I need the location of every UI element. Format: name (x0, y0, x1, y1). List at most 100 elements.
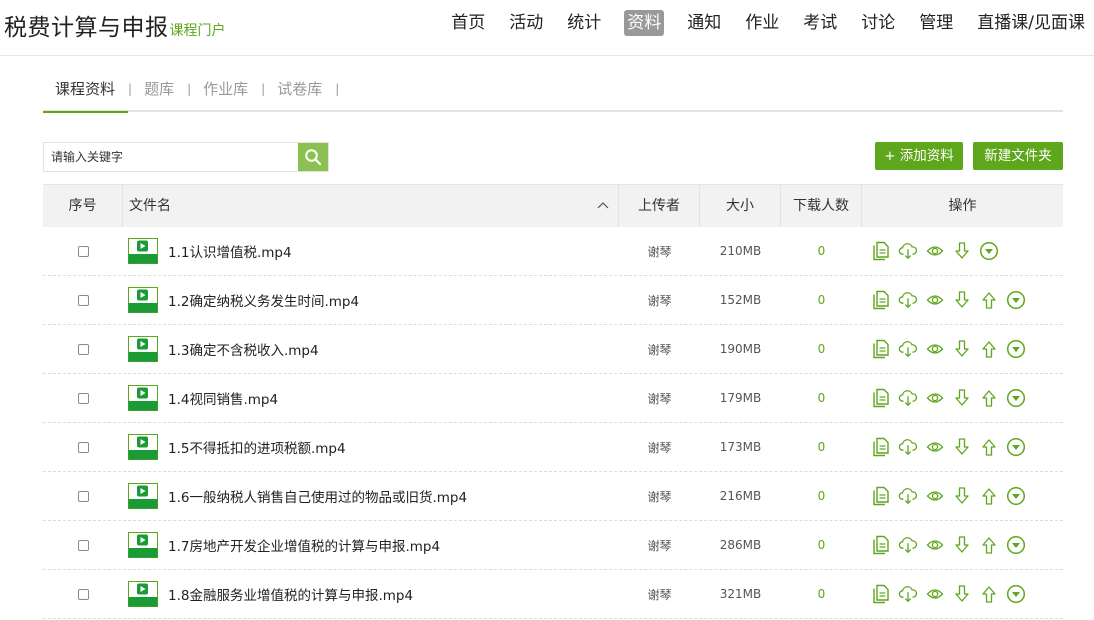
nav-item-7[interactable]: 讨论 (860, 10, 896, 36)
header-filename[interactable]: 文件名 (123, 185, 619, 227)
cloud-download-icon[interactable] (898, 437, 918, 457)
file-name-link[interactable]: 1.8金融服务业增值税的计算与申报.mp4 (168, 584, 413, 604)
download-count-cell: 0 (817, 244, 826, 258)
resource-table: 序号 文件名 上传者 大小 下载人数 操作 1.1认识增值税.mp4 谢琴 210M… (43, 184, 1063, 619)
more-circle-icon[interactable] (1006, 486, 1026, 506)
move-up-icon[interactable] (979, 535, 999, 555)
cloud-download-icon[interactable] (898, 290, 918, 310)
filename-cell: 1.7房地产开发企业增值税的计算与申报.mp4 (123, 532, 619, 558)
sort-caret-icon[interactable] (596, 185, 610, 244)
row-checkbox[interactable] (77, 588, 89, 600)
more-circle-icon[interactable] (1006, 388, 1026, 408)
document-icon[interactable] (871, 339, 891, 359)
document-icon[interactable] (871, 437, 891, 457)
file-name-link[interactable]: 1.3确定不含税收入.mp4 (168, 339, 319, 359)
cloud-download-icon[interactable] (898, 241, 918, 261)
nav-item-4[interactable]: 通知 (686, 10, 722, 36)
document-icon[interactable] (871, 486, 891, 506)
file-size-cell: 179MB (719, 391, 762, 405)
move-up-icon[interactable] (979, 584, 999, 604)
move-down-icon[interactable] (952, 290, 972, 310)
search-input[interactable] (44, 143, 298, 171)
move-down-icon[interactable] (952, 241, 972, 261)
preview-eye-icon[interactable] (925, 486, 945, 506)
nav-item-5[interactable]: 作业 (744, 10, 780, 36)
preview-eye-icon[interactable] (925, 437, 945, 457)
document-icon[interactable] (871, 535, 891, 555)
cloud-download-icon[interactable] (898, 584, 918, 604)
move-down-icon[interactable] (952, 437, 972, 457)
more-circle-icon[interactable] (1006, 584, 1026, 604)
cloud-download-icon[interactable] (898, 486, 918, 506)
course-portal-label[interactable]: 课程门户 (170, 20, 226, 40)
preview-eye-icon[interactable] (925, 584, 945, 604)
nav-item-2[interactable]: 统计 (566, 10, 602, 36)
document-icon[interactable] (871, 241, 891, 261)
preview-eye-icon[interactable] (925, 241, 945, 261)
row-checkbox[interactable] (77, 392, 89, 404)
row-checkbox[interactable] (77, 539, 89, 551)
more-circle-icon[interactable] (1006, 437, 1026, 457)
preview-eye-icon[interactable] (925, 388, 945, 408)
more-circle-icon[interactable] (1006, 339, 1026, 359)
download-count-cell: 0 (817, 293, 826, 307)
search-button[interactable] (298, 143, 328, 171)
brand: 税费计算与申报 课程门户 (4, 8, 226, 42)
filename-cell: 1.8金融服务业增值税的计算与申报.mp4 (123, 581, 619, 607)
move-up-icon[interactable] (979, 486, 999, 506)
table-row: 1.8金融服务业增值税的计算与申报.mp4 谢琴 321MB 0 (43, 570, 1063, 619)
filename-cell: 1.1认识增值税.mp4 (123, 238, 619, 264)
move-down-icon[interactable] (952, 388, 972, 408)
nav-item-3[interactable]: 资料 (624, 10, 665, 36)
actions-cell (862, 535, 1063, 555)
nav-item-1[interactable]: 活动 (508, 10, 544, 36)
nav-item-9[interactable]: 直播课/见面课 (976, 10, 1086, 36)
cloud-download-icon[interactable] (898, 535, 918, 555)
more-circle-icon[interactable] (1006, 535, 1026, 555)
row-checkbox[interactable] (77, 294, 89, 306)
preview-eye-icon[interactable] (925, 290, 945, 310)
new-folder-button[interactable]: 新建文件夹 (973, 142, 1063, 170)
file-name-link[interactable]: 1.1认识增值税.mp4 (168, 241, 292, 261)
move-down-icon[interactable] (952, 339, 972, 359)
more-circle-icon[interactable] (979, 241, 999, 261)
move-up-icon[interactable] (979, 437, 999, 457)
cloud-download-icon[interactable] (898, 339, 918, 359)
subtab-3[interactable]: 试卷库 (265, 72, 335, 111)
move-down-icon[interactable] (952, 535, 972, 555)
document-icon[interactable] (871, 290, 891, 310)
file-size-cell: 152MB (719, 293, 762, 307)
preview-eye-icon[interactable] (925, 535, 945, 555)
document-icon[interactable] (871, 584, 891, 604)
file-name-link[interactable]: 1.4视同销售.mp4 (168, 388, 278, 408)
nav-item-6[interactable]: 考试 (802, 10, 838, 36)
file-name-link[interactable]: 1.5不得抵扣的进项税额.mp4 (168, 437, 346, 457)
move-up-icon[interactable] (979, 290, 999, 310)
subtab-0[interactable]: 课程资料 (43, 72, 129, 113)
nav-item-8[interactable]: 管理 (918, 10, 954, 36)
move-down-icon[interactable] (952, 584, 972, 604)
actions-cell (862, 388, 1063, 408)
row-checkbox[interactable] (77, 245, 89, 257)
course-title[interactable]: 税费计算与申报 (4, 8, 169, 42)
row-select-cell (43, 536, 123, 555)
move-up-icon[interactable] (979, 388, 999, 408)
add-resource-button[interactable]: + 添加资料 (875, 142, 963, 170)
row-checkbox[interactable] (77, 490, 89, 502)
more-circle-icon[interactable] (1006, 290, 1026, 310)
table-row: 1.5不得抵扣的进项税额.mp4 谢琴 173MB 0 (43, 423, 1063, 472)
file-size-cell: 173MB (719, 440, 762, 454)
row-checkbox[interactable] (77, 343, 89, 355)
row-checkbox[interactable] (77, 441, 89, 453)
move-down-icon[interactable] (952, 486, 972, 506)
file-name-link[interactable]: 1.7房地产开发企业增值税的计算与申报.mp4 (168, 535, 440, 555)
nav-item-0[interactable]: 首页 (450, 10, 486, 36)
move-up-icon[interactable] (979, 339, 999, 359)
cloud-download-icon[interactable] (898, 388, 918, 408)
document-icon[interactable] (871, 388, 891, 408)
file-name-link[interactable]: 1.6一般纳税人销售自己使用过的物品或旧货.mp4 (168, 486, 467, 506)
file-name-link[interactable]: 1.2确定纳税义务发生时间.mp4 (168, 290, 359, 310)
subtab-1[interactable]: 题库 (132, 72, 187, 111)
subtab-2[interactable]: 作业库 (191, 72, 261, 111)
preview-eye-icon[interactable] (925, 339, 945, 359)
